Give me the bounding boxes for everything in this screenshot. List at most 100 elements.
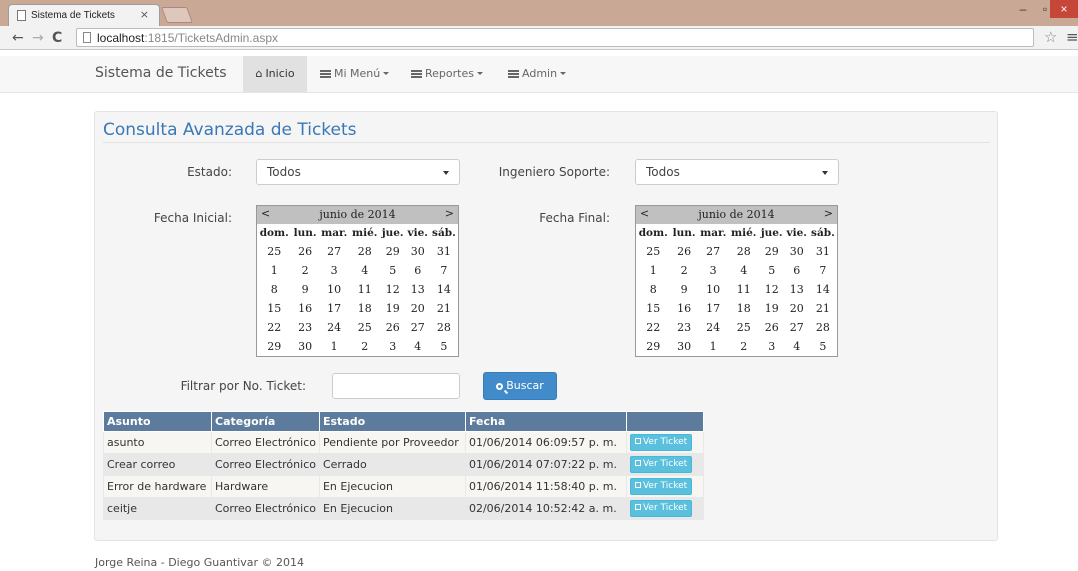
address-bar[interactable]: localhost:1815/TicketsAdmin.aspx bbox=[76, 28, 1034, 47]
calendar-day[interactable]: 15 bbox=[257, 299, 292, 318]
new-tab-button[interactable] bbox=[161, 7, 193, 23]
nav-admin[interactable]: Admin bbox=[508, 56, 567, 92]
calendar-day[interactable]: 24 bbox=[698, 318, 729, 337]
calendar-day[interactable]: 9 bbox=[292, 280, 319, 299]
calendar-day[interactable]: 11 bbox=[350, 280, 380, 299]
calendar-day[interactable]: 3 bbox=[380, 337, 406, 356]
calendar-day[interactable]: 1 bbox=[257, 261, 292, 280]
calendar-day[interactable]: 26 bbox=[292, 242, 319, 261]
calendar-day[interactable]: 16 bbox=[292, 299, 319, 318]
close-tab-icon[interactable]: × bbox=[140, 8, 149, 21]
nav-reportes[interactable]: Reportes bbox=[411, 56, 483, 92]
estado-select[interactable]: Todos bbox=[256, 159, 460, 185]
calendar-day[interactable]: 28 bbox=[430, 318, 458, 337]
calendar-day[interactable]: 29 bbox=[380, 242, 406, 261]
back-icon[interactable]: ← bbox=[12, 29, 24, 47]
calendar-day[interactable]: 20 bbox=[406, 299, 430, 318]
calendar-day[interactable]: 26 bbox=[671, 242, 698, 261]
calendar-day[interactable]: 28 bbox=[729, 242, 759, 261]
calendar-day[interactable]: 29 bbox=[759, 242, 785, 261]
bookmark-star-icon[interactable]: ☆ bbox=[1044, 28, 1057, 46]
calendar-day[interactable]: 1 bbox=[698, 337, 729, 356]
calendar-day[interactable]: 13 bbox=[406, 280, 430, 299]
buscar-button[interactable]: Buscar bbox=[483, 372, 557, 400]
calendar-day[interactable]: 6 bbox=[406, 261, 430, 280]
next-month-button[interactable]: > bbox=[445, 207, 454, 220]
calendar-day[interactable]: 28 bbox=[809, 318, 837, 337]
calendar-day[interactable]: 30 bbox=[292, 337, 319, 356]
calendar-day[interactable]: 27 bbox=[406, 318, 430, 337]
calendar-day[interactable]: 5 bbox=[380, 261, 406, 280]
calendar-day[interactable]: 19 bbox=[759, 299, 785, 318]
nav-inicio[interactable]: ⌂ Inicio bbox=[243, 56, 307, 92]
calendar-day[interactable]: 14 bbox=[809, 280, 837, 299]
calendar-day[interactable]: 21 bbox=[809, 299, 837, 318]
browser-tab[interactable]: Sistema de Tickets × bbox=[8, 4, 160, 26]
calendar-day[interactable]: 25 bbox=[350, 318, 380, 337]
ingeniero-select[interactable]: Todos bbox=[635, 159, 839, 185]
minimize-icon[interactable]: – bbox=[1012, 0, 1034, 18]
calendar-day[interactable]: 3 bbox=[319, 261, 350, 280]
calendar-day[interactable]: 12 bbox=[380, 280, 406, 299]
calendar-day[interactable]: 27 bbox=[698, 242, 729, 261]
calendar-day[interactable]: 17 bbox=[319, 299, 350, 318]
calendar-day[interactable]: 31 bbox=[430, 242, 458, 261]
calendar-day[interactable]: 8 bbox=[636, 280, 671, 299]
calendar-day[interactable]: 2 bbox=[292, 261, 319, 280]
calendar-day[interactable]: 5 bbox=[759, 261, 785, 280]
calendar-day[interactable]: 29 bbox=[257, 337, 292, 356]
ver-ticket-button[interactable]: Ver Ticket bbox=[629, 478, 693, 495]
calendar-day[interactable]: 13 bbox=[785, 280, 809, 299]
ver-ticket-button[interactable]: Ver Ticket bbox=[629, 434, 693, 451]
calendar-day[interactable]: 2 bbox=[729, 337, 759, 356]
calendar-day[interactable]: 15 bbox=[636, 299, 671, 318]
calendar-day[interactable]: 3 bbox=[698, 261, 729, 280]
calendar-day[interactable]: 9 bbox=[671, 280, 698, 299]
nav-mi-menu[interactable]: Mi Menú bbox=[320, 56, 390, 92]
calendar-day[interactable]: 20 bbox=[785, 299, 809, 318]
calendar-day[interactable]: 1 bbox=[636, 261, 671, 280]
calendar-day[interactable]: 7 bbox=[809, 261, 837, 280]
reload-icon[interactable]: C bbox=[52, 29, 62, 47]
calendar-day[interactable]: 1 bbox=[319, 337, 350, 356]
calendar-day[interactable]: 4 bbox=[350, 261, 380, 280]
calendar-day[interactable]: 21 bbox=[430, 299, 458, 318]
calendar-day[interactable]: 26 bbox=[759, 318, 785, 337]
calendar-day[interactable]: 27 bbox=[785, 318, 809, 337]
calendar-day[interactable]: 29 bbox=[636, 337, 671, 356]
calendar-day[interactable]: 3 bbox=[759, 337, 785, 356]
calendar-day[interactable]: 28 bbox=[350, 242, 380, 261]
calendar-day[interactable]: 14 bbox=[430, 280, 458, 299]
calendar-day[interactable]: 2 bbox=[350, 337, 380, 356]
calendar-day[interactable]: 23 bbox=[292, 318, 319, 337]
ver-ticket-button[interactable]: Ver Ticket bbox=[629, 456, 693, 473]
calendar-day[interactable]: 4 bbox=[785, 337, 809, 356]
calendar-day[interactable]: 31 bbox=[809, 242, 837, 261]
calendar-day[interactable]: 30 bbox=[671, 337, 698, 356]
calendar-day[interactable]: 2 bbox=[671, 261, 698, 280]
calendar-day[interactable]: 25 bbox=[257, 242, 292, 261]
calendar-day[interactable]: 18 bbox=[350, 299, 380, 318]
calendar-day[interactable]: 30 bbox=[406, 242, 430, 261]
calendar-day[interactable]: 18 bbox=[729, 299, 759, 318]
calendar-day[interactable]: 6 bbox=[785, 261, 809, 280]
calendar-day[interactable]: 19 bbox=[380, 299, 406, 318]
calendar-day[interactable]: 17 bbox=[698, 299, 729, 318]
calendar-day[interactable]: 24 bbox=[319, 318, 350, 337]
calendar-day[interactable]: 30 bbox=[785, 242, 809, 261]
navbar-brand[interactable]: Sistema de Tickets bbox=[95, 65, 227, 81]
calendar-day[interactable]: 10 bbox=[698, 280, 729, 299]
calendar-day[interactable]: 11 bbox=[729, 280, 759, 299]
calendar-day[interactable]: 26 bbox=[380, 318, 406, 337]
calendar-day[interactable]: 22 bbox=[257, 318, 292, 337]
forward-icon[interactable]: → bbox=[32, 29, 44, 47]
calendar-day[interactable]: 12 bbox=[759, 280, 785, 299]
calendar-day[interactable]: 5 bbox=[430, 337, 458, 356]
calendar-day[interactable]: 16 bbox=[671, 299, 698, 318]
calendar-day[interactable]: 4 bbox=[729, 261, 759, 280]
calendar-day[interactable]: 4 bbox=[406, 337, 430, 356]
calendar-day[interactable]: 27 bbox=[319, 242, 350, 261]
calendar-day[interactable]: 10 bbox=[319, 280, 350, 299]
ver-ticket-button[interactable]: Ver Ticket bbox=[629, 500, 693, 517]
menu-icon[interactable]: ≡ bbox=[1066, 28, 1078, 46]
